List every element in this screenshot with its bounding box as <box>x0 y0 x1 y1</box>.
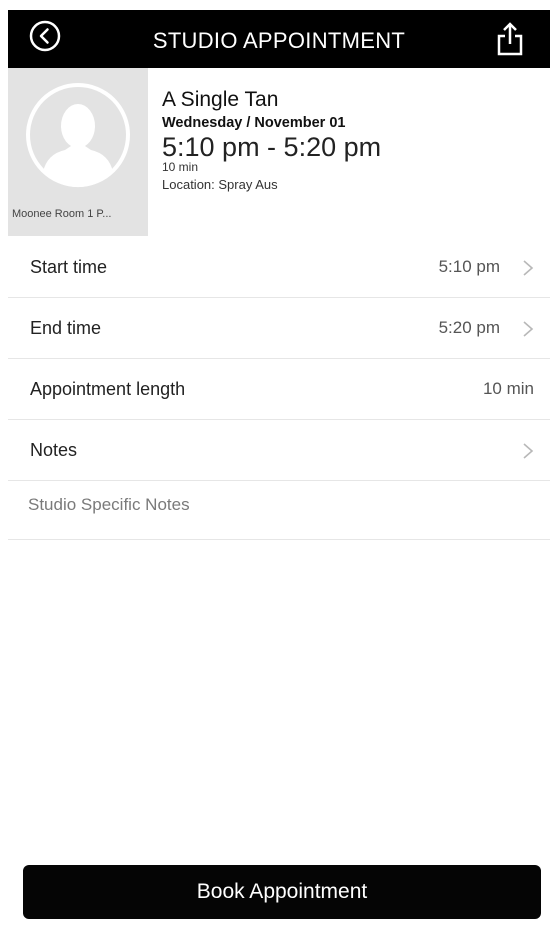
page-title: STUDIO APPOINTMENT <box>152 28 406 53</box>
appointment-length-value: 10 min <box>482 379 534 398</box>
chevron-right-icon <box>523 443 534 459</box>
notes-row[interactable]: Notes <box>8 420 550 481</box>
studio-notes-section: Studio Specific Notes <box>8 481 550 540</box>
chevron-right-icon <box>523 321 534 337</box>
details-list: Start time 5:10 pm End time 5:20 pm Appo… <box>8 237 550 540</box>
appointment-date: Wednesday / November 01 <box>162 115 346 131</box>
avatar: Moonee Room 1 P... <box>8 68 148 236</box>
appointment-summary: Moonee Room 1 P... A Single Tan Wednesda… <box>8 68 550 236</box>
start-time-value: 5:10 pm <box>438 257 500 276</box>
top-bar: STUDIO APPOINTMENT <box>8 10 550 68</box>
appointment-length-row: Appointment length 10 min <box>8 359 550 420</box>
share-icon <box>497 22 523 56</box>
room-label: Moonee Room 1 P... <box>12 208 112 220</box>
studio-notes-text: Studio Specific Notes <box>28 495 190 514</box>
chevron-right-icon <box>523 260 534 276</box>
end-time-value: 5:20 pm <box>438 318 500 337</box>
service-name: A Single Tan <box>162 88 279 111</box>
notes-label: Notes <box>30 439 78 460</box>
share-button[interactable] <box>492 18 528 60</box>
appointment-location: Location: Spray Aus <box>162 177 278 192</box>
book-appointment-button[interactable]: Book Appointment <box>23 865 541 919</box>
person-placeholder-icon <box>26 83 130 188</box>
appointment-details: A Single Tan Wednesday / November 01 5:1… <box>162 88 542 193</box>
appointment-duration: 10 min <box>162 160 199 174</box>
start-time-label: Start time <box>30 256 108 277</box>
appointment-time-range: 5:10 pm - 5:20 pm <box>162 132 382 162</box>
start-time-row[interactable]: Start time 5:10 pm <box>8 237 550 298</box>
appointment-length-label: Appointment length <box>30 378 186 399</box>
end-time-label: End time <box>30 317 102 338</box>
end-time-row[interactable]: End time 5:20 pm <box>8 298 550 359</box>
